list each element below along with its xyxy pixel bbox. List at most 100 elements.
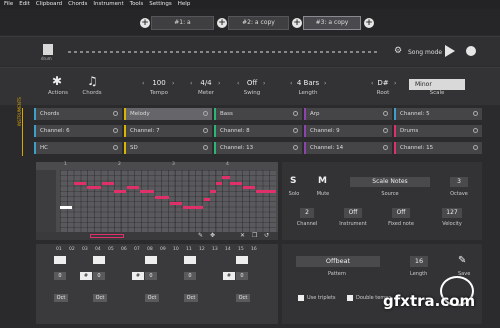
add-pattern-icon[interactable]: + bbox=[292, 18, 302, 28]
play-icon[interactable] bbox=[445, 45, 455, 57]
add-pattern-icon[interactable]: + bbox=[140, 18, 150, 28]
note-grid[interactable] bbox=[60, 170, 276, 232]
step-value[interactable]: 0 bbox=[184, 272, 196, 280]
instrument-channel-5[interactable]: Channel: 5 bbox=[394, 108, 482, 120]
instrument-hc[interactable]: HC bbox=[34, 142, 122, 154]
pattern-select[interactable]: Offbeat bbox=[296, 256, 380, 267]
note[interactable] bbox=[170, 202, 182, 205]
meter-down-icon[interactable]: ‹ bbox=[190, 80, 192, 87]
instrument-toggle-icon[interactable] bbox=[203, 145, 208, 150]
move-icon[interactable]: ✥ bbox=[210, 232, 215, 239]
length-up-icon[interactable]: › bbox=[324, 80, 326, 87]
piano-keys[interactable] bbox=[36, 170, 56, 232]
instrument-toggle-icon[interactable] bbox=[293, 145, 298, 150]
note[interactable] bbox=[243, 186, 255, 189]
note[interactable] bbox=[222, 176, 230, 179]
step-octave[interactable]: Oct bbox=[145, 294, 159, 302]
note[interactable] bbox=[210, 190, 216, 193]
meter-up-icon[interactable]: › bbox=[218, 80, 220, 87]
tempo-down-icon[interactable]: ‹ bbox=[142, 80, 144, 87]
note[interactable] bbox=[256, 190, 276, 193]
note[interactable] bbox=[155, 196, 169, 199]
add-pattern-icon[interactable]: + bbox=[364, 18, 374, 28]
step-value[interactable]: 0 bbox=[54, 272, 66, 280]
solo-button[interactable]: S bbox=[290, 176, 296, 186]
step-sharp[interactable]: # bbox=[80, 272, 92, 280]
swing-up-icon[interactable]: › bbox=[263, 80, 265, 87]
scale-dropdown[interactable]: Minor bbox=[409, 79, 465, 90]
scroll-bar[interactable] bbox=[90, 234, 124, 238]
instrument-channel-8[interactable]: Channel: 8 bbox=[214, 125, 302, 137]
step-sharp[interactable]: # bbox=[132, 272, 144, 280]
edit-icon[interactable]: ✎ bbox=[458, 255, 466, 266]
step-value[interactable]: 0 bbox=[93, 272, 105, 280]
note[interactable] bbox=[102, 182, 114, 185]
step-sharp[interactable]: # bbox=[223, 272, 235, 280]
menu-file[interactable]: File bbox=[4, 0, 13, 9]
step-toggle[interactable] bbox=[236, 256, 248, 264]
note[interactable] bbox=[74, 182, 86, 185]
octave-value[interactable]: 3 bbox=[450, 177, 468, 187]
length-value[interactable]: 16 bbox=[410, 256, 428, 267]
instrument-toggle-icon[interactable] bbox=[293, 111, 298, 116]
instrument-bass[interactable]: Bass bbox=[214, 108, 302, 120]
step-octave[interactable]: Oct bbox=[236, 294, 250, 302]
menu-chords[interactable]: Chords bbox=[68, 0, 87, 9]
note[interactable] bbox=[183, 206, 203, 209]
pencil-icon[interactable]: ✎ bbox=[198, 232, 203, 239]
pattern-tab-1[interactable]: #1: a bbox=[151, 16, 214, 30]
instrument-toggle-icon[interactable] bbox=[113, 128, 118, 133]
instrument-drums[interactable]: Drums bbox=[394, 125, 482, 137]
instrument-sd[interactable]: SD bbox=[124, 142, 212, 154]
instrument-channel-6[interactable]: Channel: 6 bbox=[34, 125, 122, 137]
root-up-icon[interactable]: › bbox=[394, 80, 396, 87]
velocity-value[interactable]: 127 bbox=[442, 208, 462, 218]
step-value[interactable]: 0 bbox=[145, 272, 157, 280]
instrument-toggle-icon[interactable] bbox=[473, 128, 478, 133]
instrument-value[interactable]: Off bbox=[344, 208, 362, 218]
pattern-tab-2[interactable]: #2: a copy bbox=[228, 16, 289, 30]
step-toggle[interactable] bbox=[145, 256, 157, 264]
add-pattern-icon[interactable]: + bbox=[217, 18, 227, 28]
note[interactable] bbox=[140, 190, 154, 193]
instrument-toggle-icon[interactable] bbox=[383, 111, 388, 116]
menu-clipboard[interactable]: Clipboard bbox=[36, 0, 62, 9]
instrument-channel-7[interactable]: Channel: 7 bbox=[124, 125, 212, 137]
note[interactable] bbox=[127, 186, 139, 189]
song-mode-label[interactable]: Song mode bbox=[408, 49, 442, 56]
step-octave[interactable]: Oct bbox=[93, 294, 107, 302]
instrument-toggle-icon[interactable] bbox=[203, 128, 208, 133]
copy-icon[interactable]: ❐ bbox=[252, 232, 257, 239]
instrument-toggle-icon[interactable] bbox=[383, 128, 388, 133]
instrument-toggle-icon[interactable] bbox=[113, 111, 118, 116]
undo-icon[interactable]: ↺ bbox=[264, 232, 269, 239]
pattern-tab-3[interactable]: #3: a copy bbox=[303, 16, 361, 30]
tempo-up-icon[interactable]: › bbox=[172, 80, 174, 87]
note[interactable] bbox=[87, 186, 101, 189]
step-value[interactable]: 0 bbox=[236, 272, 248, 280]
step-octave[interactable]: Oct bbox=[184, 294, 198, 302]
menu-edit[interactable]: Edit bbox=[19, 0, 30, 9]
instrument-toggle-icon[interactable] bbox=[473, 111, 478, 116]
swing-down-icon[interactable]: ‹ bbox=[237, 80, 239, 87]
triplets-checkbox[interactable] bbox=[298, 295, 304, 301]
instrument-channel-14[interactable]: Channel: 14 bbox=[304, 142, 392, 154]
step-toggle[interactable] bbox=[184, 256, 196, 264]
instrument-arp[interactable]: Arp bbox=[304, 108, 392, 120]
instrument-channel-13[interactable]: Channel: 13 bbox=[214, 142, 302, 154]
instrument-channel-15[interactable]: Channel: 15 bbox=[394, 142, 482, 154]
note[interactable] bbox=[114, 190, 126, 193]
instrument-channel-9[interactable]: Channel: 9 bbox=[304, 125, 392, 137]
record-icon[interactable] bbox=[466, 46, 476, 56]
note[interactable] bbox=[216, 182, 222, 185]
menu-help[interactable]: Help bbox=[178, 0, 191, 9]
double-tempo-checkbox[interactable] bbox=[347, 295, 353, 301]
instrument-toggle-icon[interactable] bbox=[473, 145, 478, 150]
menu-instrument[interactable]: Instrument bbox=[93, 0, 123, 9]
fixed-note-value[interactable]: Off bbox=[392, 208, 410, 218]
source-select[interactable]: Scale Notes bbox=[350, 177, 430, 187]
menu-tools[interactable]: Tools bbox=[130, 0, 144, 9]
instrument-toggle-icon[interactable] bbox=[113, 145, 118, 150]
close-icon[interactable]: ✕ bbox=[240, 232, 245, 239]
instrument-chords[interactable]: Chords bbox=[34, 108, 122, 120]
